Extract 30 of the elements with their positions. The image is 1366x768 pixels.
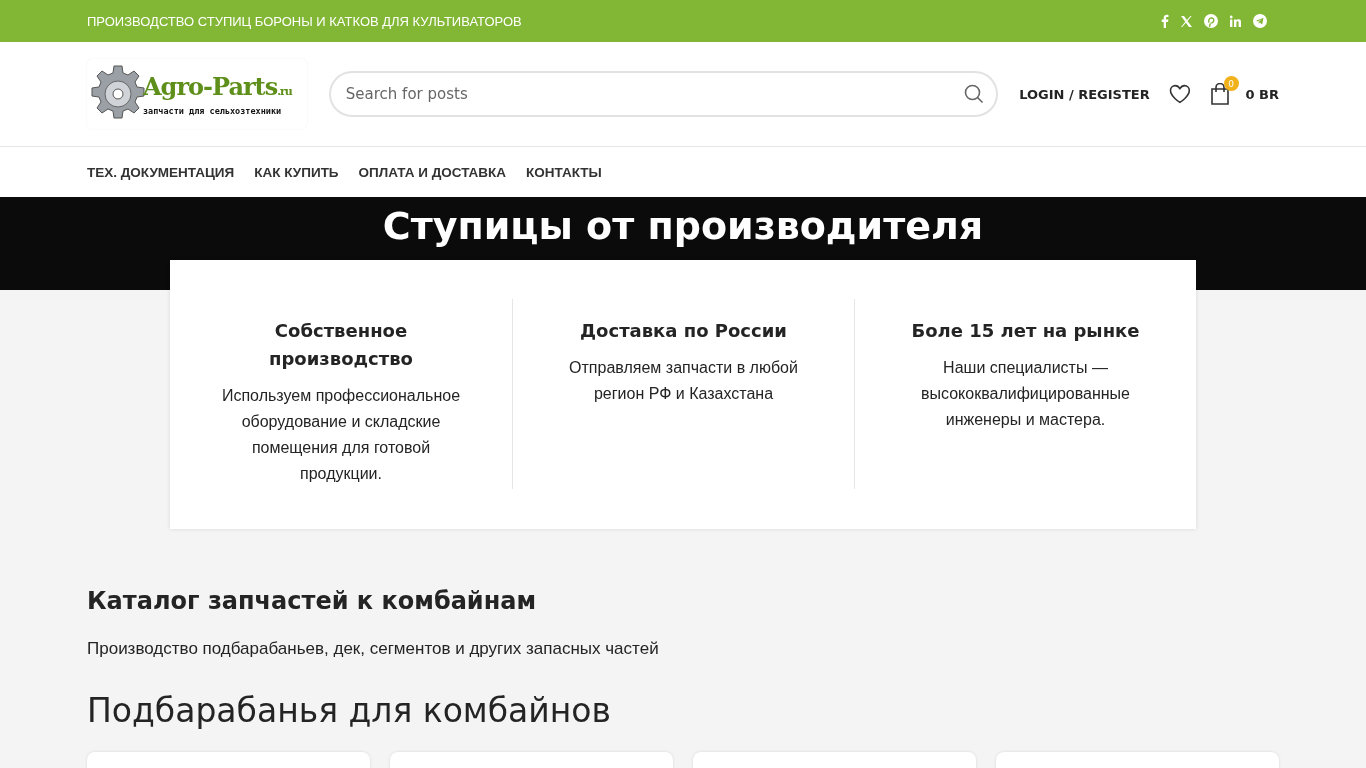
nav-link[interactable]: ОПЛАТА И ДОСТАВКА (358, 164, 507, 180)
feature-title: Собственное производство (268, 319, 414, 371)
logo-tagline: запчасти для сельхозтехники (143, 105, 283, 116)
nav-link[interactable]: КОНТАКТЫ (526, 164, 602, 180)
cart-count-badge: 0 (1223, 76, 1239, 91)
nav-link[interactable]: КАК КУПИТЬ (254, 164, 339, 180)
shopping-bag-icon[interactable] (1209, 83, 1230, 105)
telegram-icon[interactable] (1253, 14, 1267, 28)
section-heading: Каталог запчастей к комбайнам (87, 587, 538, 615)
wishlist-heart-icon[interactable] (1168, 84, 1191, 104)
feature-text: Наши специалисты — высококвалифицированные инженеры и мастера. (920, 358, 1131, 430)
hero-title: Ступицы от производителя (382, 203, 984, 250)
feature-text: Отправляем запчасти в любой регион РФ и Казахстана (568, 358, 799, 404)
search-field[interactable]: Search for posts (328, 71, 999, 117)
x-icon[interactable] (1180, 14, 1193, 28)
section-text: Производство подбарабаньев, дек, сегментов и других запасных частей (87, 639, 660, 659)
feature-text: Используем профессиональное оборудование и складские помещения для готовой продукции. (220, 386, 462, 484)
login-register-link[interactable]: LOGIN / REGISTER (1019, 86, 1150, 102)
cart-total[interactable]: 0 BR (1245, 86, 1279, 102)
linkedin-icon[interactable] (1229, 14, 1242, 28)
facebook-icon[interactable] (1160, 14, 1169, 28)
feature-title: Боле 15 лет на рынке (910, 319, 1141, 343)
feature-title: Доставка по России (579, 319, 788, 343)
pinterest-icon[interactable] (1204, 14, 1218, 28)
logo[interactable]: Agro-Parts.ru запчасти для сельхозтехники (87, 59, 307, 129)
section-heading: Подбарабанья для комбайнов (87, 691, 612, 730)
search-icon[interactable] (964, 84, 985, 104)
nav-link[interactable]: ТЕХ. ДОКУМЕНТАЦИЯ (87, 164, 235, 180)
logo-name: Agro-Parts.ru (143, 72, 292, 103)
tagline-text: ПРОИЗВОДСТВО СТУПИЦ БОРОНЫ И КАТКОВ ДЛЯ КУЛЬТИВАТОРОВ (87, 13, 523, 29)
